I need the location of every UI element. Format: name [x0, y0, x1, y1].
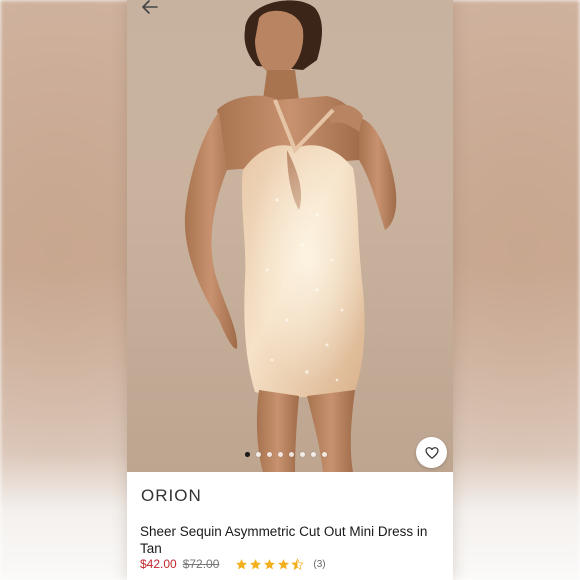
wishlist-button[interactable] [416, 437, 447, 468]
gallery-dot[interactable] [300, 452, 305, 457]
gallery-dot[interactable] [311, 452, 316, 457]
gallery-dot[interactable] [322, 452, 327, 457]
review-count[interactable]: (3) [313, 559, 325, 570]
star-icon [250, 558, 262, 569]
rating-stars[interactable] [235, 557, 305, 571]
gallery-dot[interactable] [256, 452, 261, 457]
gallery-dot[interactable] [267, 452, 272, 457]
gallery-dot[interactable] [245, 452, 250, 457]
gallery-dot[interactable] [289, 452, 294, 457]
product-detail-screen: ORION Sheer Sequin Asymmetric Cut Out Mi… [127, 0, 453, 580]
star-icon [264, 558, 276, 569]
original-price: $72.00 [182, 557, 220, 571]
gallery-dot[interactable] [278, 452, 283, 457]
star-half-icon [291, 557, 305, 570]
gallery-pagination [245, 452, 327, 457]
product-title: Sheer Sequin Asymmetric Cut Out Mini Dre… [140, 524, 428, 556]
brand-name[interactable]: ORION [141, 486, 202, 506]
product-image[interactable] [127, 0, 453, 472]
model-photo [184, 0, 397, 472]
star-icon [236, 558, 248, 569]
star-icon [278, 558, 290, 569]
sale-price: $42.00 [140, 557, 177, 571]
price-rating-row: $42.00 $72.00 (3) [140, 557, 326, 571]
heart-icon [424, 446, 439, 459]
back-arrow-icon[interactable] [139, 0, 161, 18]
